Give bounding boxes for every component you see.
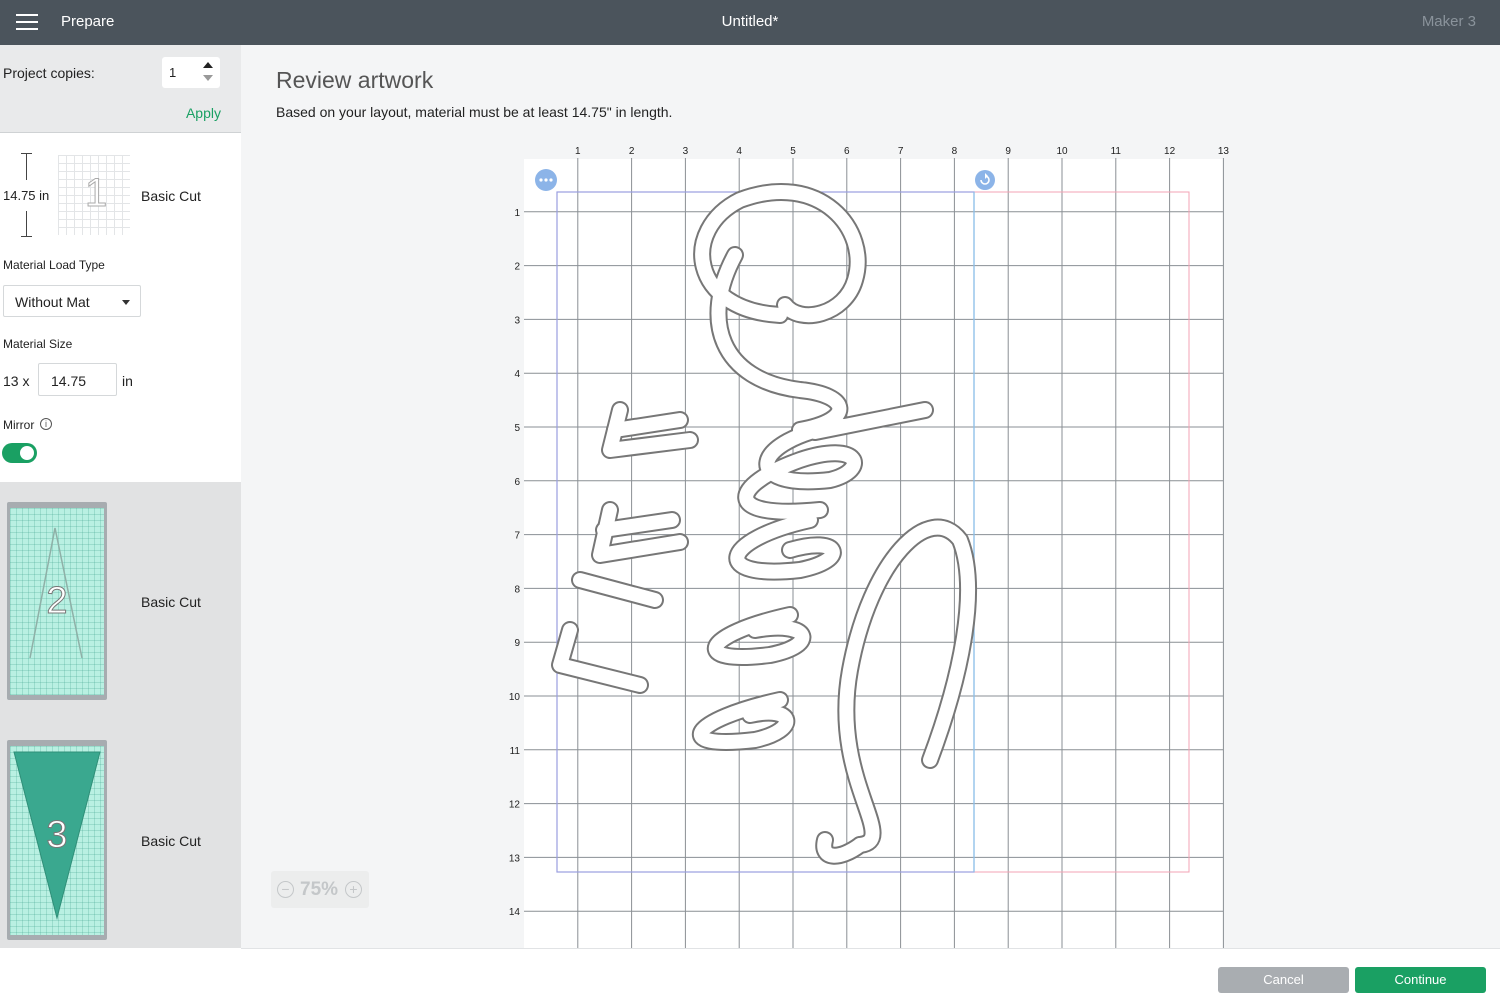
ruler-top-label: 12	[1164, 146, 1176, 157]
machine-name[interactable]: Maker 3	[1422, 13, 1476, 30]
project-copies-panel: Project copies: 1 Apply	[0, 45, 241, 133]
ruler-left-label: 8	[514, 584, 520, 595]
mat-2-thumbnail[interactable]: 2	[7, 502, 107, 700]
ruler-top: 1 2 3 4 5 6 7 8 9 10 11 12 13	[575, 146, 1229, 157]
info-icon[interactable]: i	[40, 418, 52, 430]
material-length-input[interactable]: 14.75	[38, 363, 117, 396]
mat-1-number: 1	[84, 171, 108, 216]
material-size-unit: in	[122, 373, 133, 389]
page-subtitle: Based on your layout, material must be a…	[276, 104, 673, 120]
page-title: Review artwork	[276, 67, 434, 93]
material-length-value: 14.75	[51, 373, 87, 389]
ruler-left-label: 12	[509, 800, 521, 811]
ruler-left-label: 3	[514, 315, 520, 326]
ruler-top-label: 13	[1218, 146, 1230, 157]
zoom-value: 75%	[300, 879, 339, 900]
ruler-left-label: 13	[509, 853, 521, 864]
ruler-top-label: 9	[1005, 146, 1011, 157]
cancel-button[interactable]: Cancel	[1218, 967, 1349, 993]
mat-1-length: 14.75 in	[3, 188, 50, 203]
footer: Cancel Continue	[241, 948, 1500, 1003]
artwork-canvas[interactable]: 1 2 3 4 5 6 7 8 9 10 11 12 13 1234567891011121314	[500, 140, 1230, 948]
continue-button[interactable]: Continue	[1355, 967, 1486, 993]
ruler-top-label: 5	[790, 146, 796, 157]
ruler-left-label: 7	[514, 531, 520, 542]
ruler-left-label: 14	[509, 907, 521, 918]
ruler-left-label: 2	[514, 262, 520, 273]
material-load-type-label: Material Load Type	[3, 258, 105, 272]
mat-1-name: Basic Cut	[141, 188, 201, 204]
mat-2-number: 2	[46, 580, 68, 623]
ruler-top-label: 2	[629, 146, 635, 157]
spinner-down-icon[interactable]	[203, 75, 213, 81]
ruler-left: 1234567891011121314	[509, 208, 521, 918]
zoom-out-button[interactable]: −	[277, 881, 294, 898]
mat-2-surface: 2	[10, 508, 104, 695]
chevron-down-icon	[122, 300, 130, 305]
document-title: Untitled*	[721, 13, 779, 30]
mat-3-section[interactable]: 3 Basic Cut	[0, 721, 241, 948]
apply-button[interactable]: Apply	[186, 105, 221, 121]
ruler-top-label: 11	[1111, 146, 1122, 157]
spinner-up-icon[interactable]	[203, 62, 213, 68]
ruler-left-label: 1	[514, 208, 520, 219]
toggle-knob	[20, 446, 34, 460]
ruler-top-label: 6	[844, 146, 850, 157]
ruler-left-label: 9	[514, 638, 520, 649]
mat-2-section[interactable]: 2 Basic Cut	[0, 482, 241, 721]
ruler-left-label: 5	[514, 423, 520, 434]
ruler-left-label: 10	[509, 692, 521, 703]
ruler-top-label: 7	[898, 146, 904, 157]
ruler-top-label: 10	[1056, 146, 1068, 157]
dimension-line	[26, 211, 27, 236]
mat-2-name: Basic Cut	[141, 594, 201, 610]
dimension-cap-bottom	[21, 236, 32, 237]
project-copies-label: Project copies:	[3, 65, 95, 81]
ruler-left-label: 11	[510, 746, 521, 757]
mat-3-name: Basic Cut	[141, 833, 201, 849]
material-size-label: Material Size	[3, 337, 73, 351]
mirror-label: Mirror	[3, 418, 35, 432]
ruler-left-label: 6	[514, 477, 520, 488]
more-options-icon[interactable]	[535, 169, 557, 191]
ruler-top-label: 3	[683, 146, 689, 157]
project-copies-value: 1	[169, 65, 177, 80]
material-load-type-select[interactable]: Without Mat	[3, 285, 141, 317]
dimension-line	[26, 153, 27, 180]
mat-3-thumbnail[interactable]: 3	[7, 740, 107, 940]
project-copies-input[interactable]: 1	[162, 57, 220, 88]
rotate-icon[interactable]	[975, 170, 995, 190]
material-width: 13 x	[3, 373, 30, 389]
mat-1-section: 14.75 in 1 Basic Cut Material Load Type …	[0, 133, 241, 483]
ruler-left-label: 4	[514, 369, 520, 380]
mat-3-surface: 3	[10, 746, 104, 935]
zoom-in-button[interactable]: +	[345, 881, 362, 898]
ruler-top-label: 8	[952, 146, 958, 157]
material-load-type-value: Without Mat	[15, 294, 90, 310]
zoom-control: − 75% +	[271, 871, 369, 908]
sidebar: Project copies: 1 Apply 14.75 in 1 Basic…	[0, 45, 241, 1003]
mat-1-thumbnail[interactable]: 1	[58, 155, 130, 235]
ruler-top-label: 1	[575, 146, 581, 157]
mat-3-number: 3	[46, 814, 68, 857]
top-bar: Prepare Untitled* Maker 3	[0, 0, 1500, 45]
ruler-top-label: 4	[736, 146, 742, 157]
mirror-toggle[interactable]	[2, 443, 37, 463]
